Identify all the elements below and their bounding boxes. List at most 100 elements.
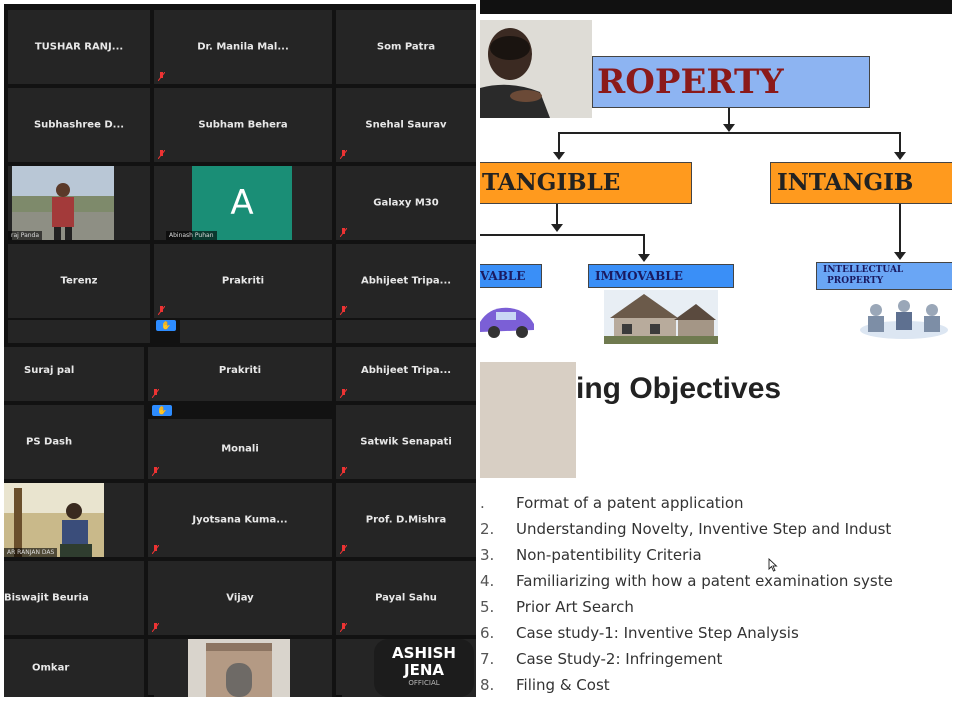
- participant-tile-video[interactable]: raj Panda: [8, 166, 150, 240]
- muted-mic-icon: [340, 467, 347, 476]
- slide-top-bar: [480, 0, 952, 14]
- participant-tile[interactable]: Suraj pal: [4, 347, 144, 401]
- participant-tile[interactable]: Abhijeet Tripa...: [336, 347, 476, 401]
- presenter-video-thumbnail[interactable]: [480, 362, 576, 478]
- muted-mic-icon: [152, 389, 159, 398]
- list-item: 3. Non-patentibility Criteria: [480, 546, 702, 564]
- participant-logo-title: ASHISH JENA: [392, 644, 456, 679]
- participant-name: Galaxy M30: [373, 197, 439, 209]
- presenter-video[interactable]: [480, 20, 592, 118]
- participant-name: Payal Sahu: [375, 592, 437, 604]
- objectives-list: . Format of a patent application 2. Unders…: [480, 492, 952, 702]
- participant-name: Dr. Manila Mal...: [197, 41, 289, 53]
- video-gallery-bottom: Suraj pal Prakriti Abhijeet Tripa... ✋ P…: [4, 343, 476, 697]
- participant-tile[interactable]: Prof. D.Mishra: [336, 483, 476, 557]
- list-item-text: Format of a patent application: [516, 494, 744, 512]
- arrowhead: [551, 224, 563, 232]
- muted-mic-icon: [340, 228, 347, 237]
- list-item-text: Understanding Novelty, Inventive Step an…: [516, 520, 892, 538]
- partial-tile-row: [180, 320, 332, 343]
- list-item-text: Filing & Cost: [516, 676, 610, 694]
- participant-tile[interactable]: Jyotsana Kuma...: [148, 483, 332, 557]
- participant-name: TUSHAR RANJ...: [34, 41, 124, 53]
- participant-tile[interactable]: Galaxy M30: [336, 166, 476, 240]
- list-item: . Format of a patent application: [480, 494, 744, 512]
- participant-name: AR RANJAN DAS: [4, 548, 58, 557]
- participant-tile-video[interactable]: ASHISH JENA OFFICIAL: [336, 639, 476, 697]
- participant-tile[interactable]: Som Patra: [336, 10, 476, 84]
- participant-tile[interactable]: Payal Sahu: [336, 561, 476, 635]
- muted-mic-icon: [340, 150, 347, 159]
- house-image: [604, 290, 718, 344]
- participant-tile[interactable]: Monali: [148, 419, 332, 479]
- participant-tile[interactable]: Dr. Manila Mal...: [154, 10, 332, 84]
- arrowhead: [723, 124, 735, 132]
- participant-name: Abhijeet Tripa...: [360, 365, 452, 376]
- raised-hand-icon: ✋: [156, 320, 176, 331]
- raised-hand-icon: ✋: [152, 405, 172, 416]
- participant-tile[interactable]: PS Dash: [4, 405, 144, 479]
- participant-avatar: A: [192, 166, 292, 240]
- connector-line: [480, 234, 644, 236]
- car-image: [480, 307, 534, 338]
- muted-mic-icon: [340, 389, 347, 398]
- people-clipart-image: [860, 300, 948, 339]
- participant-tile[interactable]: Biswajit Beuria: [4, 561, 144, 635]
- arrowhead: [638, 254, 650, 262]
- participant-name: Suraj pal: [24, 365, 75, 376]
- participant-logo-sub: OFFICIAL: [408, 679, 440, 687]
- muted-mic-icon: [152, 467, 159, 476]
- connector-line: [899, 204, 901, 254]
- participant-tile[interactable]: Terenz: [8, 244, 150, 318]
- partial-tile-row: [8, 320, 150, 343]
- list-item-text: Familiarizing with how a patent examinat…: [516, 572, 893, 590]
- mouse-cursor-icon: [768, 558, 778, 572]
- list-item: 7. Case Study-2: Infringement: [480, 650, 722, 668]
- muted-mic-icon: [152, 623, 159, 632]
- participant-tile[interactable]: Prakriti: [154, 244, 332, 318]
- connector-line: [558, 132, 900, 134]
- participant-tile[interactable]: Subham Behera: [154, 88, 332, 162]
- participant-name: [336, 695, 342, 697]
- participant-tile[interactable]: TUSHAR RANJ...: [8, 10, 150, 84]
- list-item-number: 4.: [480, 572, 495, 590]
- participant-tile[interactable]: Abhijeet Tripa...: [336, 244, 476, 318]
- muted-mic-icon: [152, 545, 159, 554]
- intellectual-label: INTELLECTUAL: [823, 265, 904, 275]
- list-item: 8. Filing & Cost: [480, 676, 610, 694]
- participant-video-feed: [12, 166, 114, 240]
- participant-tile[interactable]: A Abinash Puhan: [154, 166, 332, 240]
- participant-name: raj Panda: [8, 231, 43, 240]
- list-item: 6. Case study-1: Inventive Step Analysis: [480, 624, 799, 642]
- participant-name: Biswajit Beuria: [4, 592, 89, 604]
- participant-name: [148, 695, 154, 697]
- participant-name: Satwik Senapati: [360, 436, 452, 448]
- participant-logo: ASHISH JENA OFFICIAL: [374, 639, 474, 697]
- list-item-text: Case study-1: Inventive Step Analysis: [516, 624, 799, 642]
- participant-tile[interactable]: Subhashree D...: [8, 88, 150, 162]
- connector-line: [643, 234, 645, 256]
- participant-tile-video[interactable]: AR RANJAN DAS: [4, 483, 144, 557]
- participant-tile[interactable]: Snehal Saurav: [336, 88, 476, 162]
- participant-name: Prakriti: [221, 275, 265, 287]
- list-item-number: .: [480, 494, 485, 512]
- participant-name: Snehal Saurav: [365, 119, 447, 131]
- participant-name: Monali: [221, 443, 259, 455]
- participant-tile[interactable]: Vijay: [148, 561, 332, 635]
- participant-tile[interactable]: Satwik Senapati: [336, 405, 476, 479]
- participant-tile[interactable]: Omkar: [4, 639, 144, 697]
- muted-mic-icon: [158, 72, 165, 81]
- list-item-number: 6.: [480, 624, 495, 642]
- arrowhead: [553, 152, 565, 160]
- partial-tile-row: [336, 320, 476, 343]
- list-item-number: 8.: [480, 676, 495, 694]
- list-item-text: Prior Art Search: [516, 598, 634, 616]
- arrowhead: [894, 152, 906, 160]
- participant-tile[interactable]: Prakriti: [148, 347, 332, 401]
- intangible-box: INTANGIB: [770, 162, 952, 204]
- list-item: 4. Familiarizing with how a patent examin…: [480, 572, 893, 590]
- participant-name: Subham Behera: [198, 119, 288, 131]
- immovable-box: IMMOVABLE: [588, 264, 734, 288]
- participant-tile-video[interactable]: [148, 639, 332, 697]
- list-item-text: Non-patentibility Criteria: [516, 546, 702, 564]
